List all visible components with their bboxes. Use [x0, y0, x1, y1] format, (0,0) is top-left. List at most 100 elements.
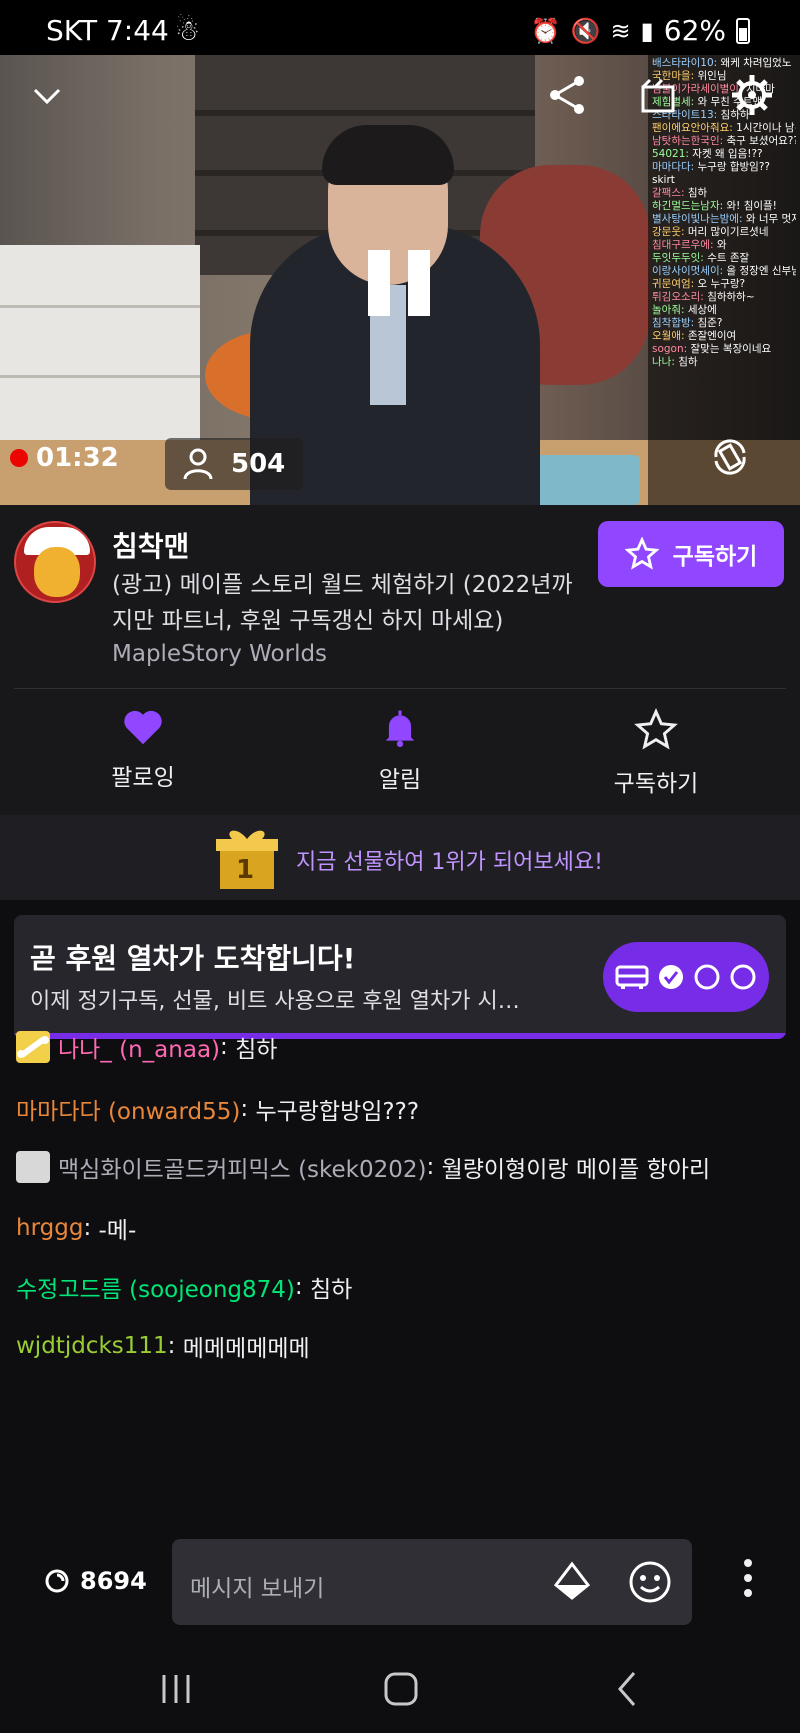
hype-train-button[interactable]	[603, 942, 769, 1012]
battery-percent: 62%	[663, 14, 726, 47]
channel-info: 침착맨 (광고) 메이플 스토리 월드 체험하기 (2022년까 지만 파트너,…	[0, 505, 800, 690]
follow-button[interactable]: 팔로잉	[58, 708, 228, 792]
overlay-chat-text: 잘맞는 복장이네요	[690, 343, 772, 355]
follow-label: 팔로잉	[111, 765, 175, 791]
chat-text: 누구랑합방임???	[255, 1099, 420, 1125]
overlay-chat-user: 놀아줘:	[652, 304, 688, 316]
chat-username[interactable]: 마마다다 (onward55)	[16, 1092, 240, 1126]
viewer-count-value: 504	[231, 449, 286, 479]
clip-icon[interactable]	[640, 77, 678, 119]
star-icon	[624, 537, 659, 570]
overlay-chat-text: 올 정장엔 신부님같네	[726, 265, 797, 277]
wifi-icon: ≋	[610, 16, 631, 45]
chat-message[interactable]: wjdtjdcks111: 메메메메메메	[16, 1329, 310, 1363]
gift-banner[interactable]: 1 지금 선물하여 1위가 되어보세요!	[0, 815, 800, 900]
subscribe-button[interactable]: 구독하기	[598, 521, 784, 587]
chat-username[interactable]: 나나_ (n_anaa)	[58, 1030, 220, 1064]
message-input[interactable]: 메시지 보내기	[172, 1539, 692, 1625]
bits-icon[interactable]	[552, 1561, 592, 1601]
signal-icon: ▮	[640, 16, 654, 45]
overlay-chat-text: 세상에	[687, 304, 717, 316]
hype-train-title: 곧 후원 열차가 도착합니다!	[30, 942, 356, 975]
any-badge-icon	[16, 1151, 50, 1183]
chat-message[interactable]: 마마다다 (onward55): 누구랑합방임???	[16, 1092, 419, 1126]
overlay-chat-text: 오 누구랑?	[697, 278, 746, 290]
subscribe-action-button[interactable]: 구독하기	[571, 708, 741, 798]
overlay-chat-line: 튀김오소리: 침하하하~	[652, 291, 796, 304]
video-player[interactable]: 배스타라이10: 왜케 차려입었노 국한마을: 위인님 님불이가라세이별이: 치마마…	[0, 55, 800, 505]
stream-title: (광고) 메이플 스토리 월드 체험하기 (2022년까 지만 파트너, 후원 …	[112, 572, 573, 634]
overlay-chat-line: 침대구르우에: 와	[652, 239, 796, 252]
viewer-count: 504	[165, 438, 304, 490]
chat-text: 메메메메메메	[182, 1336, 310, 1362]
overlay-chat-line: 강문웃: 머리 많이기르셧네	[652, 226, 796, 239]
system-nav-bar	[0, 1650, 800, 1733]
overlay-chat-text: 와! 침이플!	[726, 200, 777, 212]
divider	[14, 688, 786, 689]
overlay-chat-line: 놀아줘: 세상에	[652, 304, 796, 317]
live-time: 01:32	[36, 443, 119, 473]
notification-button[interactable]: 알림	[315, 708, 485, 794]
share-icon[interactable]	[545, 73, 589, 121]
overlay-chat-user: 두잇두두잇:	[652, 252, 708, 264]
action-row: 팔로잉 알림 구독하기	[0, 690, 800, 815]
chat-input-row: 8694 메시지 보내기	[0, 1535, 800, 1627]
overlay-chat-text: 왜케 차려입었노	[720, 57, 792, 69]
settings-gear-icon[interactable]	[730, 73, 774, 121]
subscribe-button-label: 구독하기	[672, 544, 758, 570]
chat-username[interactable]: 맥심화이트골드커피믹스 (skek0202)	[58, 1150, 427, 1184]
chat-text: 침하	[309, 1277, 353, 1303]
overlay-chat-line: 갈팩스: 침하	[652, 187, 796, 200]
channel-points-button[interactable]: 8694	[44, 1567, 147, 1595]
overlay-chat-text: skirt	[652, 174, 675, 186]
stream-category[interactable]: MapleStory Worlds	[112, 641, 327, 667]
overlay-chat-line: 남탓하는한국인: 축구 보셨어요??	[652, 135, 796, 148]
overlay-chat-user: 귀문여엄:	[652, 278, 698, 290]
person-icon	[183, 448, 213, 480]
emoji-icon[interactable]	[628, 1560, 672, 1604]
bell-icon	[385, 710, 415, 747]
chat-username[interactable]: hrggg	[16, 1215, 83, 1241]
overlay-chat-line: 침착합방: 침준?	[652, 317, 796, 330]
overlay-chat-text: 1시간이나 남~았는데	[736, 122, 796, 134]
overlay-chat-text: 존잘엔이여	[687, 330, 737, 342]
overlay-chat-text: 머리 많이기르셧네	[687, 226, 769, 238]
channel-name[interactable]: 침착맨	[112, 525, 189, 565]
channel-avatar[interactable]	[14, 521, 96, 603]
bone-badge-icon	[16, 1031, 50, 1063]
home-icon[interactable]	[383, 1671, 419, 1707]
collapse-chevron-icon[interactable]	[30, 79, 64, 117]
overlay-chat-user: 마마다다:	[652, 161, 698, 173]
overlay-chat-line: 별사탕이빛나는밤에: 와 너무 멋지당!	[652, 213, 796, 226]
overlay-chat-user: 이랑사이멋세이:	[652, 265, 727, 277]
overlay-chat-line: 귀문여엄: 오 누구랑?	[652, 278, 796, 291]
overlay-chat-line: 54021: 자켓 왜 입음!??	[652, 148, 796, 161]
alarm-icon: ⏰	[530, 16, 561, 45]
chat-username[interactable]: wjdtjdcks111	[16, 1333, 168, 1359]
overlay-chat-line: 배스타라이10: 왜케 차려입었노	[652, 57, 796, 70]
overlay-chat-user: 침착합방:	[652, 317, 698, 329]
more-options-icon[interactable]	[738, 1559, 758, 1603]
chat-text: 침하	[235, 1037, 278, 1063]
chat-message[interactable]: 수정고드름 (soojeong874): 침하	[16, 1270, 352, 1304]
chat-message[interactable]: 나나_ (n_anaa): 침하	[16, 1030, 277, 1064]
overlay-chat-text: 침하하하~	[707, 291, 755, 303]
overlay-chat-line: 하긴멀드는남자: 와! 침이플!	[652, 200, 796, 213]
back-icon[interactable]	[612, 1670, 642, 1708]
empty-circle-icon	[694, 964, 720, 990]
notification-icon: ☃	[174, 14, 200, 47]
live-indicator: 01:32	[10, 443, 119, 473]
overlay-chat-text: 침하	[687, 187, 708, 199]
rotate-screen-icon[interactable]	[708, 435, 752, 483]
chat-message[interactable]: hrggg: -메-	[16, 1211, 136, 1245]
star-outline-icon	[634, 708, 678, 750]
chat-message[interactable]: 맥심화이트골드커피믹스 (skek0202): 월량이형이랑 메이플 항아리	[16, 1150, 710, 1184]
status-bar: SKT 7:44 ☃ ⏰ 🔇 ≋ ▮ 62%	[0, 0, 800, 55]
chat-username[interactable]: 수정고드름 (soojeong874)	[16, 1270, 295, 1304]
overlay-chat-user: 팬이에요안아줘요:	[652, 122, 737, 134]
recent-apps-icon[interactable]	[158, 1672, 194, 1706]
overlay-chat-text: 와	[716, 239, 727, 251]
empty-circle-icon	[730, 964, 756, 990]
notification-label: 알림	[378, 767, 422, 793]
hype-train-banner[interactable]: 곧 후원 열차가 도착합니다! 이제 정기구독, 선물, 비트 사용으로 후원 …	[14, 915, 786, 1039]
